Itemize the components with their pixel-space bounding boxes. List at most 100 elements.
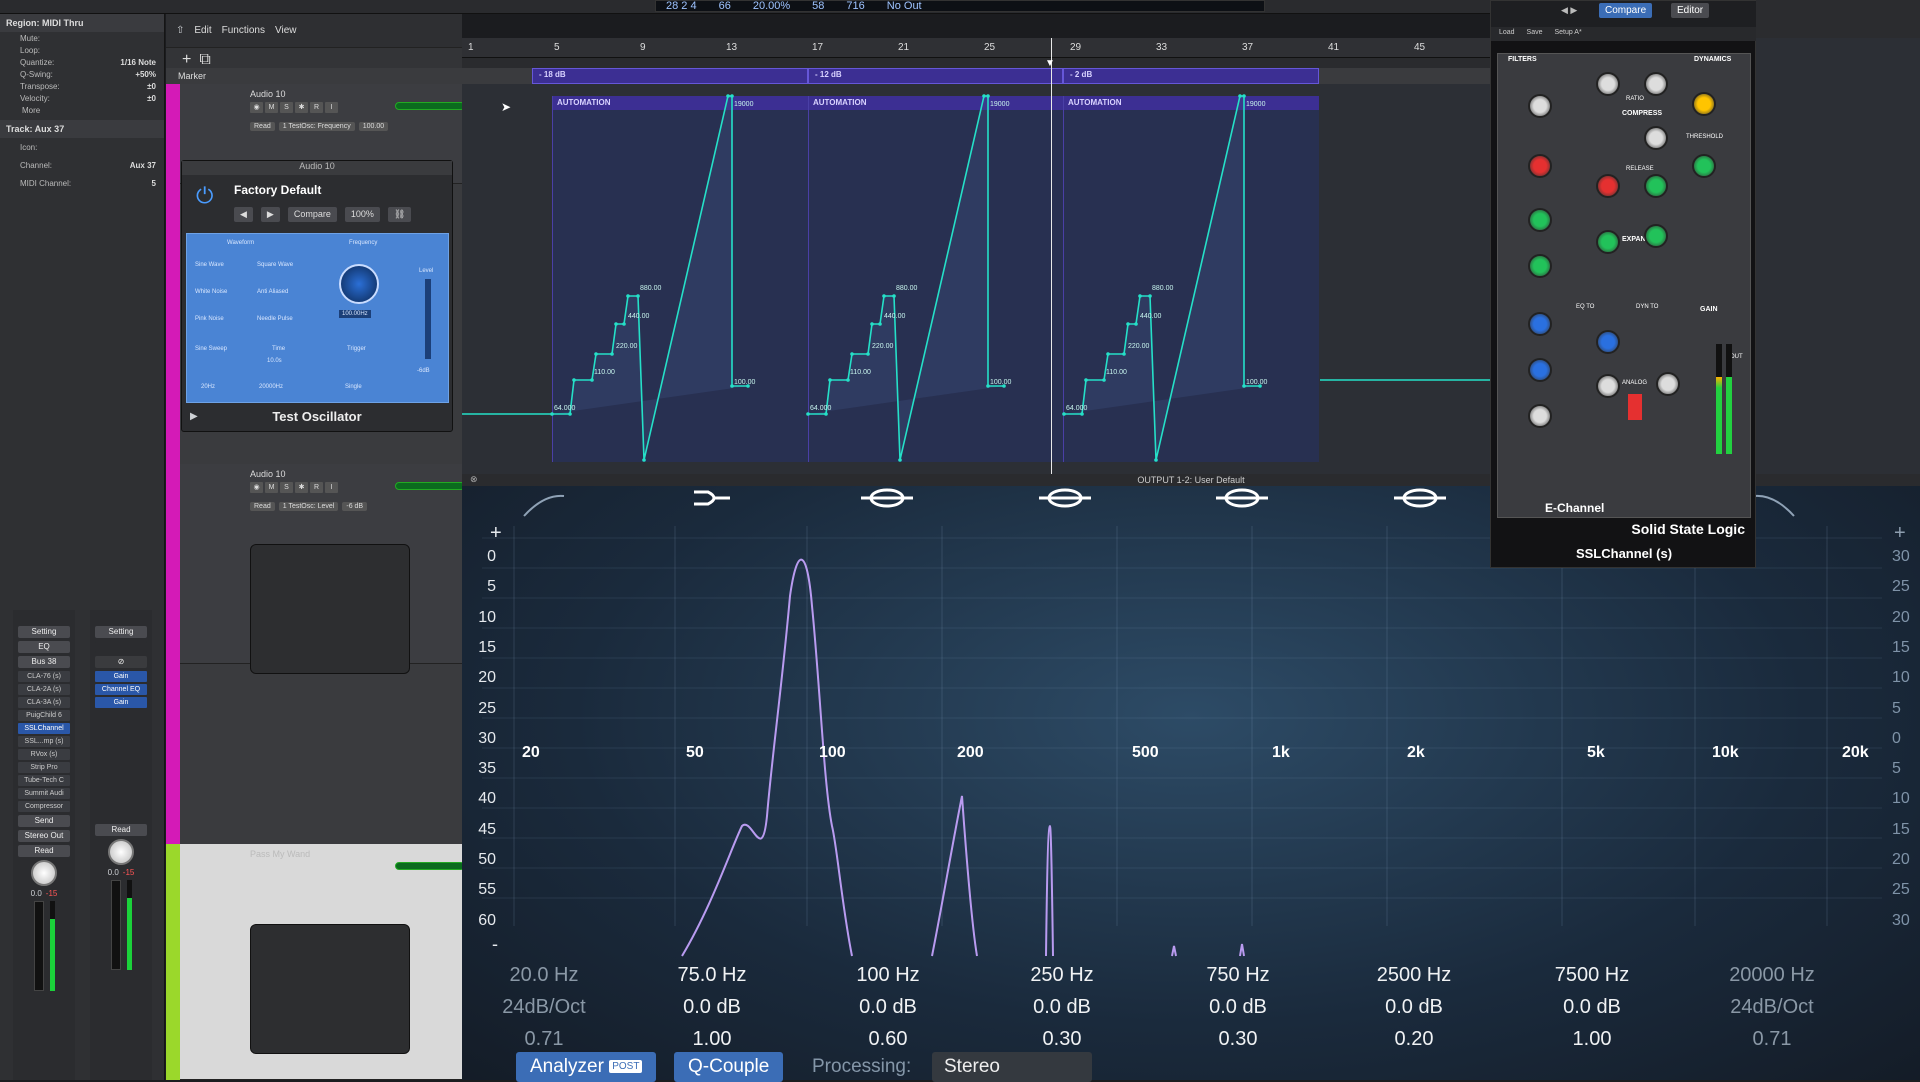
ssl-knob[interactable] — [1644, 224, 1668, 248]
sweep-time-field[interactable]: 10.0s — [267, 358, 282, 364]
volume-slider[interactable] — [395, 482, 465, 490]
region-header[interactable]: - 12 dB — [808, 68, 1063, 84]
pan-knob[interactable] — [108, 839, 134, 865]
insert-slot[interactable]: Channel EQ — [95, 684, 147, 695]
ssl-channel-window[interactable]: ◀ ▶ Compare Editor Load Save Setup A* FI… — [1490, 0, 1757, 568]
track-pass-my-wand[interactable]: Pass My Wand — [180, 844, 465, 1080]
insert-slot[interactable]: Gain — [95, 697, 147, 708]
band-handle-icon[interactable] — [1753, 494, 1795, 517]
freeze-button[interactable]: ✱ — [295, 102, 308, 113]
insert-slot[interactable]: Tube-Tech C — [18, 775, 70, 786]
band-frequency[interactable]: 100 Hz — [818, 964, 958, 996]
processing-select[interactable]: Stereo — [932, 1052, 1092, 1082]
more-disclosure[interactable]: More — [0, 104, 164, 116]
automation-node[interactable] — [806, 412, 810, 416]
band-column[interactable]: 250 Hz 0.0 dB 0.30 — [992, 964, 1132, 1060]
insert-slot[interactable]: CLA-76 (s) — [18, 671, 70, 682]
volume-slider[interactable] — [395, 102, 465, 110]
inspector-row[interactable]: MIDI Channel: 5 — [0, 174, 164, 192]
eq-display[interactable] — [95, 641, 147, 653]
frequency-value[interactable]: 100.00Hz — [339, 310, 371, 318]
power-button[interactable]: ◉ — [250, 102, 263, 113]
save-button[interactable]: Save — [1527, 29, 1543, 36]
automation-mode[interactable]: Read — [250, 502, 275, 511]
functions-menu[interactable]: Functions — [222, 25, 265, 36]
automation-node[interactable] — [726, 94, 730, 98]
automation-node[interactable] — [568, 412, 572, 416]
row-value[interactable]: ±0 — [147, 82, 156, 91]
band-gain[interactable]: 0.0 dB — [1168, 996, 1308, 1028]
sine-option[interactable]: Sine Wave — [195, 262, 224, 268]
freeze-button[interactable]: ✱ — [295, 482, 308, 493]
automation-node[interactable] — [1122, 352, 1126, 356]
automation-node[interactable] — [850, 352, 854, 356]
duplicate-track-icon[interactable]: ⧉ — [199, 51, 210, 68]
in-button[interactable] — [1628, 394, 1642, 420]
anti-aliased-option[interactable]: Anti Aliased — [257, 289, 288, 295]
view-menu[interactable]: View — [275, 25, 297, 36]
automation-node[interactable] — [1126, 322, 1130, 326]
solo-button[interactable]: S — [280, 482, 293, 493]
inspector-row[interactable]: Mute: — [0, 32, 164, 44]
automation-mode[interactable]: Read — [18, 845, 70, 857]
setup-label[interactable]: Setup A* — [1554, 29, 1581, 36]
end-freq-field[interactable]: 20000Hz — [259, 384, 283, 390]
insert-slot[interactable]: SSLChannel — [18, 723, 70, 734]
ssl-knob[interactable] — [1596, 72, 1620, 96]
automation-node[interactable] — [572, 378, 576, 382]
automation-node[interactable] — [730, 94, 734, 98]
bus-send[interactable]: Bus 38 — [18, 656, 70, 668]
band-column[interactable]: 7500 Hz 0.0 dB 1.00 — [1522, 964, 1662, 1060]
automation-node[interactable] — [892, 294, 896, 298]
record-button[interactable]: R — [310, 102, 323, 113]
back-arrow-icon[interactable]: ⇧ — [176, 25, 184, 36]
insert-slot[interactable]: Summit Audi — [18, 788, 70, 799]
inspector-row[interactable]: Q-Swing: +50% — [0, 68, 164, 80]
band-column[interactable]: 2500 Hz 0.0 dB 0.20 — [1344, 964, 1484, 1060]
ssl-knob[interactable] — [1596, 230, 1620, 254]
prev-icon[interactable]: ◀ ▶ — [1561, 5, 1577, 16]
window-title[interactable]: Audio 10 — [182, 161, 452, 175]
add-band-plus[interactable]: + — [1894, 522, 1906, 545]
region-inspector-title[interactable]: Region: MIDI Thru — [0, 14, 164, 32]
row-value[interactable]: 1/16 Note — [120, 58, 156, 67]
ssl-knob[interactable] — [1528, 208, 1552, 232]
setting-button[interactable]: Setting — [95, 626, 147, 638]
insert-slot[interactable]: PuigChild 6 — [18, 710, 70, 721]
automation-node[interactable] — [882, 294, 886, 298]
playhead-marker-icon[interactable]: ▼ — [1045, 58, 1055, 69]
track-inspector-title[interactable]: Track: Aux 37 — [0, 120, 164, 138]
send-slot[interactable]: Send — [18, 815, 70, 827]
link-icon[interactable]: ⛓ — [387, 207, 412, 222]
band-handle-icon[interactable] — [694, 490, 730, 506]
needle-pulse-option[interactable]: Needle Pulse — [257, 316, 293, 322]
track-audio-10-b[interactable]: Audio 10 ◉ M S ✱ R I Read 1 TestOsc: Level -6 d… — [180, 464, 465, 674]
ssl-knob[interactable] — [1692, 92, 1716, 116]
start-freq-field[interactable]: 20Hz — [201, 384, 215, 390]
band-gain[interactable]: 0.0 dB — [1344, 996, 1484, 1028]
analyzer-button[interactable]: Analyzer POST — [516, 1052, 657, 1082]
region-header[interactable]: - 18 dB — [532, 68, 808, 84]
automation-value[interactable]: -6 dB — [342, 502, 368, 511]
automation-node[interactable] — [982, 94, 986, 98]
automation-node[interactable] — [614, 322, 618, 326]
inspector-row[interactable]: Transpose: ±0 — [0, 80, 164, 92]
volume-fader[interactable] — [33, 901, 44, 991]
mute-button[interactable]: M — [265, 482, 278, 493]
band-frequency[interactable]: 2500 Hz — [1344, 964, 1484, 996]
band-gain[interactable]: 0.0 dB — [1522, 996, 1662, 1028]
solo-button[interactable]: S — [280, 102, 293, 113]
ssl-knob[interactable] — [1596, 374, 1620, 398]
automation-param[interactable]: 1 TestOsc: Level — [278, 502, 339, 511]
post-badge[interactable]: POST — [609, 1060, 643, 1073]
bar-ruler[interactable]: 1 5 9 13 17 21 25 29 33 37 41 45 — [462, 38, 1492, 58]
insert-slot[interactable]: Strip Pro — [18, 762, 70, 773]
automation-node[interactable] — [1106, 352, 1110, 356]
power-icon[interactable]: ⏻ — [196, 183, 213, 209]
pink-noise-option[interactable]: Pink Noise — [195, 316, 224, 322]
ssl-knob[interactable] — [1528, 154, 1552, 178]
record-button[interactable]: R — [310, 482, 323, 493]
ssl-knob[interactable] — [1528, 404, 1552, 428]
ssl-knob[interactable] — [1692, 154, 1716, 178]
band-frequency[interactable]: 20.0 Hz — [474, 964, 614, 996]
